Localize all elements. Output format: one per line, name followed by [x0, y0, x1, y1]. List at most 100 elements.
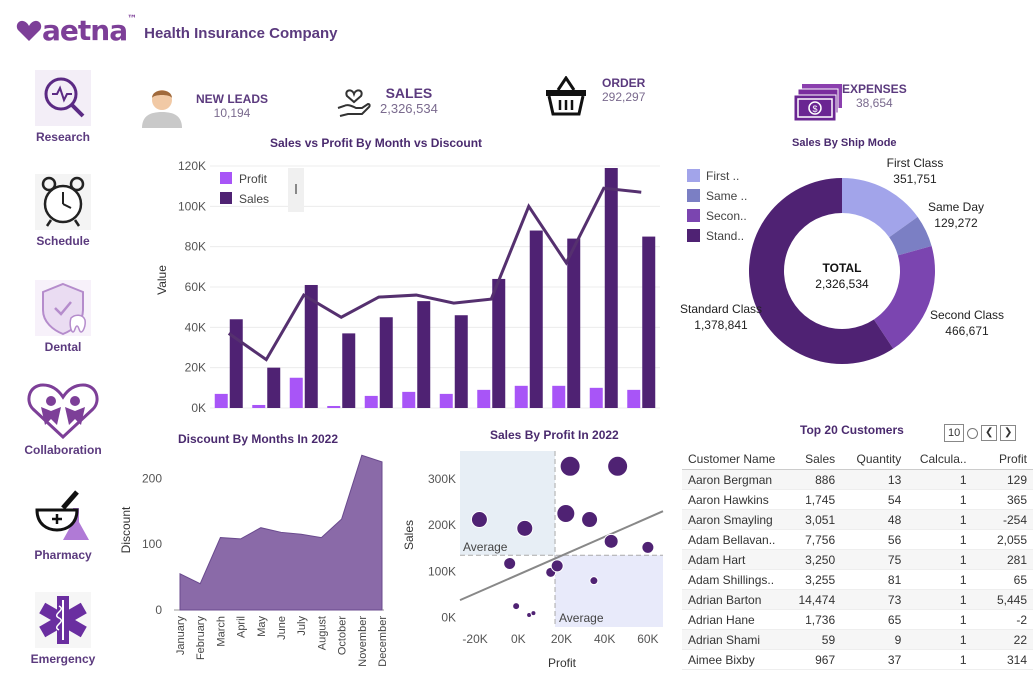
table-cell: 3,250: [787, 549, 842, 570]
column-header[interactable]: Profit: [972, 449, 1033, 470]
next-page-button[interactable]: ❯: [1000, 425, 1017, 441]
x-tick-label: March: [215, 616, 227, 647]
scatter-point: [470, 511, 488, 529]
table-row[interactable]: Adam Shillings.. 3,255 81 1 65: [682, 569, 1033, 590]
table-row[interactable]: Aaron Bergman 886 13 1 129: [682, 469, 1033, 490]
brand-trademark: ™: [127, 14, 137, 25]
table-cell: -254: [972, 509, 1033, 530]
slice-label: Second Class: [930, 308, 1004, 322]
nav-schedule[interactable]: Schedule: [18, 174, 108, 248]
y-tick-label: 200K: [428, 518, 456, 532]
table-row[interactable]: Aaron Smayling 3,051 48 1 -254: [682, 509, 1033, 530]
table-cell: 1: [907, 569, 973, 590]
basket-icon: [546, 76, 586, 116]
sales-bar: [567, 238, 581, 408]
legend-swatch-profit: [220, 172, 232, 184]
table-row[interactable]: Adrian Hane 1,736 65 1 -2: [682, 609, 1033, 630]
scatter-point: [559, 455, 581, 477]
table-cell: 1: [907, 609, 973, 630]
table-cell: 886: [787, 469, 842, 490]
sales-bar: [417, 301, 431, 408]
table-cell: Adam Bellavan..: [682, 529, 788, 550]
profit-bar: [589, 387, 603, 408]
table-row[interactable]: Aimee Bixby 967 37 1 314: [682, 649, 1033, 670]
page-size-select[interactable]: 10: [944, 424, 965, 442]
x-tick-label: 60K: [637, 632, 658, 646]
column-header[interactable]: Calcula..: [907, 449, 973, 470]
table-row[interactable]: Adrian Shami 59 9 1 22: [682, 629, 1033, 650]
table-cell: 22: [972, 629, 1033, 650]
legend-label: Sales: [239, 192, 269, 206]
legend-label: Stand..: [706, 229, 744, 243]
table-cell: Adam Shillings..: [682, 569, 788, 590]
scatter-point: [516, 519, 534, 537]
table-row[interactable]: Adam Hart 3,250 75 1 281: [682, 549, 1033, 570]
nav-dental[interactable]: Dental: [18, 280, 108, 354]
slice-value: 1,378,841: [694, 318, 748, 332]
nav-label: Pharmacy: [34, 548, 92, 562]
table-row[interactable]: Aaron Hawkins 1,745 54 1 365: [682, 489, 1033, 510]
table-cell: 81: [841, 569, 908, 590]
legend-swatch: [687, 229, 700, 242]
y-tick-label: 100K: [178, 199, 206, 213]
nav-emergency[interactable]: Emergency: [18, 592, 108, 666]
profit-bar: [439, 393, 453, 408]
sales-bar: [342, 333, 356, 408]
table-cell: 54: [841, 489, 908, 510]
customers-table: Customer Name Sales Quantity Calcula.. Profi…: [682, 449, 1033, 670]
table-row[interactable]: Adam Bellavan.. 7,756 56 1 2,055: [682, 529, 1033, 550]
column-header[interactable]: Sales: [787, 449, 842, 470]
nav-research[interactable]: Research: [18, 70, 108, 144]
table-cell: 73: [841, 589, 908, 610]
y-tick-label: 0K: [441, 611, 456, 625]
legend-swatch: [687, 189, 700, 202]
x-tick-label: May: [256, 616, 268, 637]
x-tick-label: October: [337, 616, 349, 655]
donut-legend: First .. Same .. Secon.. Stand..: [687, 169, 747, 243]
sales-profit-scatter: Average Average 0K 100K 200K 300K -20K 0K 20K 40K…: [402, 451, 664, 670]
table-cell: 967: [787, 649, 842, 670]
y-tick-label: 60K: [185, 280, 206, 294]
nav-collaboration[interactable]: Collaboration: [18, 383, 108, 457]
y-tick-label: 0: [155, 603, 162, 617]
sales-bar: [529, 230, 543, 408]
dental-icon: [33, 280, 93, 336]
person-icon: [142, 90, 182, 128]
table-cell: 3,051: [787, 509, 842, 530]
legend-swatch: [687, 209, 700, 222]
chart-title-ship-mode: Sales By Ship Mode: [792, 137, 897, 149]
kpi-value: 10,194: [213, 106, 251, 120]
table-cell: Adam Hart: [682, 549, 788, 570]
table-cell: 65: [841, 609, 908, 630]
nav-label: Schedule: [36, 234, 90, 248]
profit-bar: [289, 377, 303, 408]
sales-bar: [642, 236, 656, 408]
sales-bar: [604, 168, 618, 408]
column-header[interactable]: Customer Name: [682, 449, 788, 470]
x-tick-label: August: [316, 616, 328, 650]
radio-icon[interactable]: [967, 427, 979, 439]
legend-swatch-sales: [220, 192, 232, 204]
table-cell: 1: [907, 649, 973, 670]
slice-value: 466,671: [945, 324, 989, 338]
slice-label: Standard Class: [680, 302, 762, 316]
prev-page-button[interactable]: ❮: [981, 425, 998, 441]
table-cell: 365: [972, 489, 1033, 510]
kpi-title: NEW LEADS: [196, 92, 268, 106]
nav-label: Collaboration: [24, 443, 102, 457]
table-cell: Aimee Bixby: [682, 649, 788, 670]
kpi-expenses: $ EXPENSES 38,654: [792, 82, 907, 124]
donut-slice: [873, 246, 935, 349]
sales-bar: [454, 315, 468, 408]
nav-pharmacy[interactable]: Pharmacy: [18, 488, 108, 562]
x-tick-label: 40K: [594, 632, 615, 646]
legend-swatch: [687, 169, 700, 182]
scatter-point: [503, 557, 517, 571]
table-cell: Aaron Smayling: [682, 509, 788, 530]
table-row[interactable]: Adrian Barton 14,474 73 1 5,445: [682, 589, 1033, 610]
column-header[interactable]: Quantity: [841, 449, 908, 470]
legend-label: Same ..: [706, 189, 747, 203]
table-header-row: Customer Name Sales Quantity Calcula.. Profi…: [682, 449, 1033, 470]
avg-label: Average: [463, 540, 508, 554]
slice-value: 129,272: [934, 216, 978, 230]
